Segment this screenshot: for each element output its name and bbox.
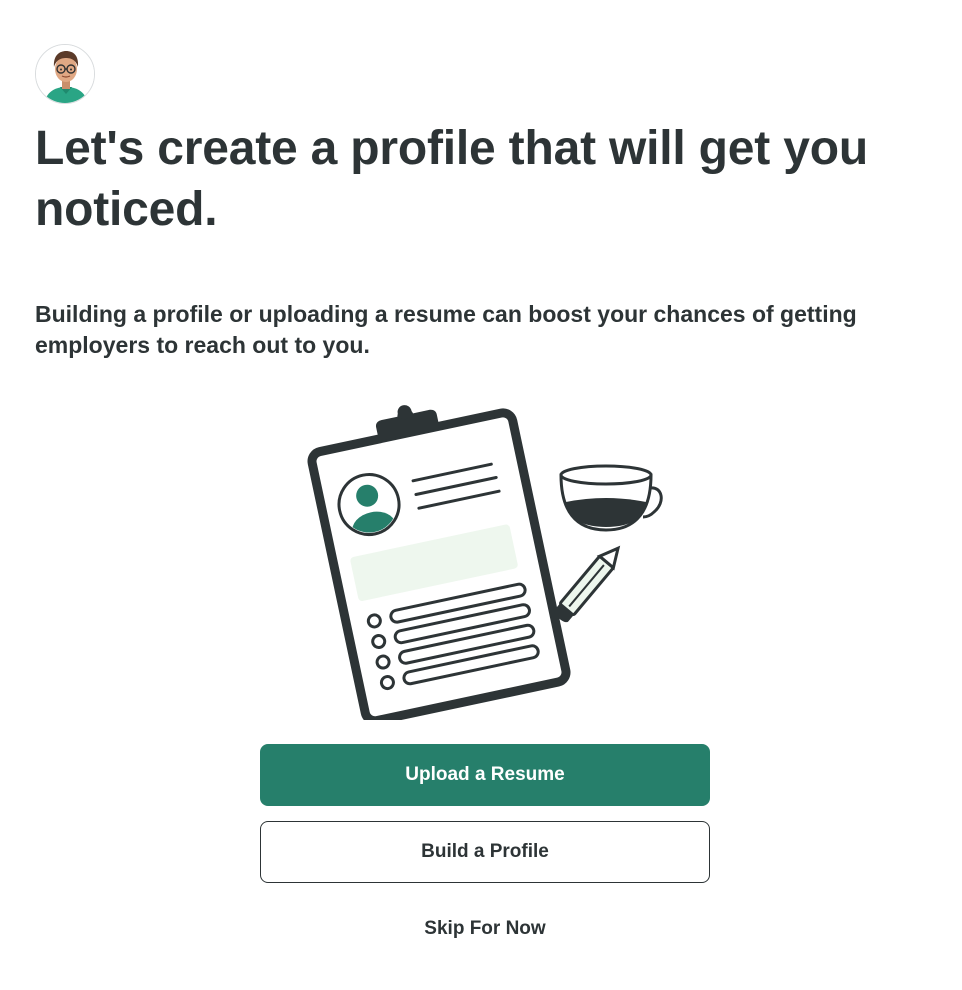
page-description: Building a profile or uploading a resume… <box>35 301 857 358</box>
user-avatar <box>35 44 95 104</box>
coffee-cup-icon <box>559 464 663 532</box>
resume-clipboard-illustration <box>300 400 670 726</box>
skip-for-now-link[interactable]: Skip For Now <box>260 914 710 944</box>
user-avatar-icon <box>36 45 94 103</box>
upload-resume-button[interactable]: Upload a Resume <box>260 744 710 806</box>
page-title: Let's create a profile that will get you… <box>35 122 868 236</box>
build-profile-button[interactable]: Build a Profile <box>260 821 710 883</box>
pencil-icon <box>554 545 621 623</box>
